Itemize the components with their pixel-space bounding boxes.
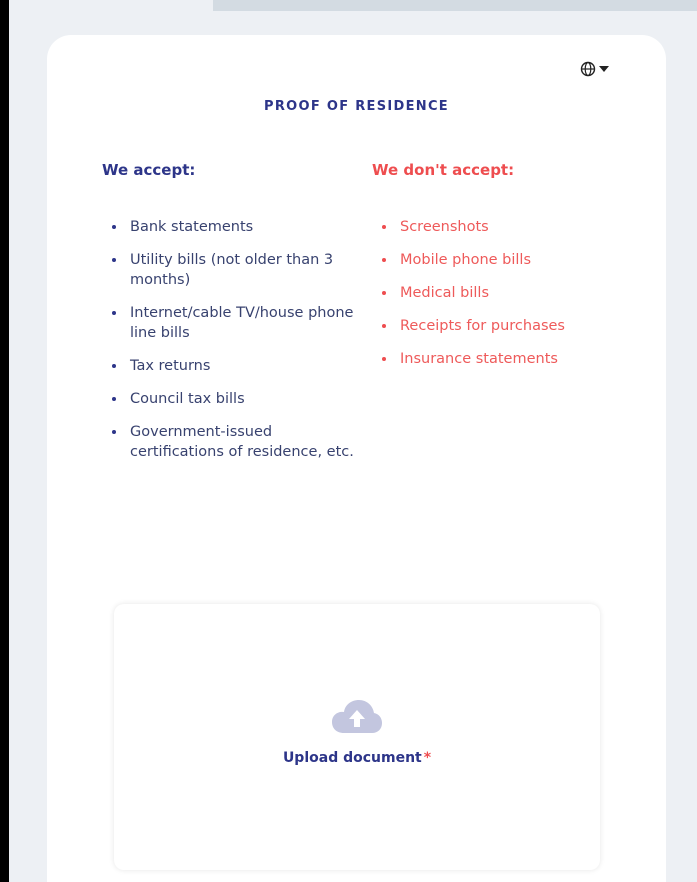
accept-item: Tax returns bbox=[102, 356, 362, 376]
reject-item: Mobile phone bills bbox=[372, 250, 652, 270]
globe-icon bbox=[580, 61, 596, 77]
upload-document-dropzone[interactable]: Upload document * bbox=[114, 604, 600, 870]
reject-item: Receipts for purchases bbox=[372, 316, 652, 336]
reject-item: Medical bills bbox=[372, 283, 652, 303]
upload-label: Upload document * bbox=[114, 750, 600, 766]
accept-item: Government-issued certifications of resi… bbox=[102, 422, 362, 462]
accept-item: Utility bills (not older than 3 months) bbox=[102, 250, 362, 290]
accept-item: Bank statements bbox=[102, 217, 362, 237]
cloud-upload-icon bbox=[332, 700, 382, 733]
page-title: PROOF OF RESIDENCE bbox=[264, 99, 449, 114]
reject-list: Screenshots Mobile phone bills Medical b… bbox=[372, 217, 652, 369]
proof-of-residence-card: PROOF OF RESIDENCE We accept: Bank state… bbox=[47, 35, 666, 882]
rejected-documents: We don't accept: Screenshots Mobile phon… bbox=[372, 161, 652, 382]
top-strip bbox=[213, 0, 697, 11]
caret-down-icon bbox=[599, 66, 609, 72]
accept-item: Internet/cable TV/house phone line bills bbox=[102, 303, 362, 343]
accept-heading: We accept: bbox=[102, 161, 196, 179]
language-selector[interactable] bbox=[580, 59, 612, 79]
accept-item: Council tax bills bbox=[102, 389, 362, 409]
reject-item: Screenshots bbox=[372, 217, 652, 237]
required-asterisk: * bbox=[423, 750, 432, 766]
accept-list: Bank statements Utility bills (not older… bbox=[102, 217, 362, 462]
reject-item: Insurance statements bbox=[372, 349, 652, 369]
upload-label-text: Upload document bbox=[282, 750, 422, 766]
accepted-documents: We accept: Bank statements Utility bills… bbox=[102, 161, 362, 475]
reject-heading: We don't accept: bbox=[372, 161, 515, 179]
